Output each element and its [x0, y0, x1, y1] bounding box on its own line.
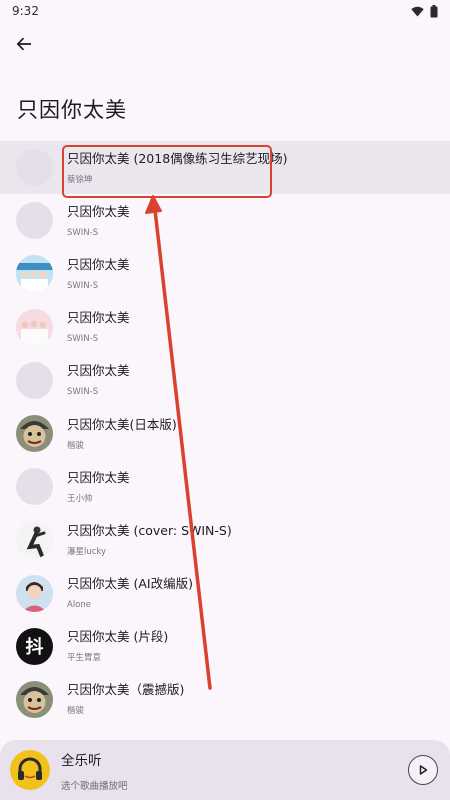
song-artist: 王小帅	[67, 493, 93, 504]
status-bar: 9:32	[0, 0, 450, 22]
status-icons	[411, 4, 438, 18]
song-title: 只因你太美 (AI改编版)	[67, 576, 193, 592]
player-title: 全乐听	[61, 752, 102, 769]
song-title: 只因你太美	[67, 469, 130, 485]
song-list-item[interactable]: 只因你太美（震撼版) 楷骏	[0, 673, 450, 726]
player-subtitle: 选个歌曲播放吧	[61, 780, 128, 792]
song-artist: SWIN-S	[67, 334, 99, 345]
song-title: 只因你太美	[67, 363, 130, 379]
mini-player[interactable]: 全乐听 选个歌曲播放吧	[0, 740, 450, 800]
song-title: 只因你太美（震撼版)	[67, 682, 185, 698]
song-artist: Alone	[67, 600, 91, 611]
song-list-item[interactable]: 抖 只因你太美 (片段) 平生胃意	[0, 620, 450, 673]
song-title: 只因你太美 (片段)	[67, 629, 169, 645]
song-list-item[interactable]: 只因你太美(日本版) 楷骏	[0, 407, 450, 460]
song-list-item[interactable]: 只因你太美 (cover: SWIN-S) 瀑星lucky	[0, 513, 450, 566]
song-list-item[interactable]: 只因你太美 SWIN-S	[0, 301, 450, 354]
song-list-item[interactable]: 只因你太美 SWIN-S	[0, 247, 450, 300]
play-button[interactable]	[408, 755, 438, 785]
headphones-icon	[18, 757, 42, 780]
song-avatar	[16, 415, 53, 453]
song-artist: 楷骏	[67, 706, 85, 717]
song-avatar	[16, 308, 53, 346]
song-artist: SWIN-S	[67, 387, 99, 398]
song-avatar	[16, 521, 53, 559]
song-artist: 平生胃意	[67, 653, 102, 664]
player-album-art	[10, 750, 50, 790]
song-title: 只因你太美	[67, 203, 130, 219]
song-artist: 楷骏	[67, 440, 85, 451]
song-avatar	[16, 202, 53, 240]
play-icon	[419, 765, 428, 775]
song-list-item[interactable]: 只因你太美 SWIN-S	[0, 354, 450, 407]
page-title: 只因你太美	[17, 98, 127, 122]
annotation-highlight-box	[62, 145, 272, 198]
song-avatar: 抖	[16, 627, 53, 665]
song-list-item[interactable]: 只因你太美 SWIN-S	[0, 194, 450, 247]
arrow-left-icon	[16, 37, 31, 51]
song-artist: 瀑星lucky	[67, 546, 107, 557]
song-title: 只因你太美	[67, 256, 130, 272]
song-artist: SWIN-S	[67, 280, 99, 291]
song-avatar	[16, 255, 53, 293]
song-list-item[interactable]: 只因你太美 (AI改编版) Alone	[0, 567, 450, 620]
song-title: 只因你太美	[67, 310, 130, 326]
wifi-icon	[411, 6, 424, 16]
douyin-logo-icon: 抖	[25, 637, 44, 659]
status-time: 9:32	[12, 4, 39, 18]
song-list-item[interactable]: 只因你太美 王小帅	[0, 460, 450, 513]
song-artist: SWIN-S	[67, 227, 99, 238]
song-list: 只因你太美 (2018偶像练习生综艺现场) 蔡徐坤 只因你太美 SWIN-S 只因你太美…	[0, 141, 450, 726]
song-title: 只因你太美(日本版)	[67, 416, 177, 432]
song-avatar	[16, 149, 53, 187]
battery-icon	[430, 4, 438, 17]
back-button[interactable]	[10, 30, 38, 58]
song-title: 只因你太美 (cover: SWIN-S)	[67, 522, 232, 538]
song-avatar	[16, 468, 53, 506]
song-avatar	[16, 574, 53, 612]
song-avatar	[16, 680, 53, 718]
song-avatar	[16, 361, 53, 399]
